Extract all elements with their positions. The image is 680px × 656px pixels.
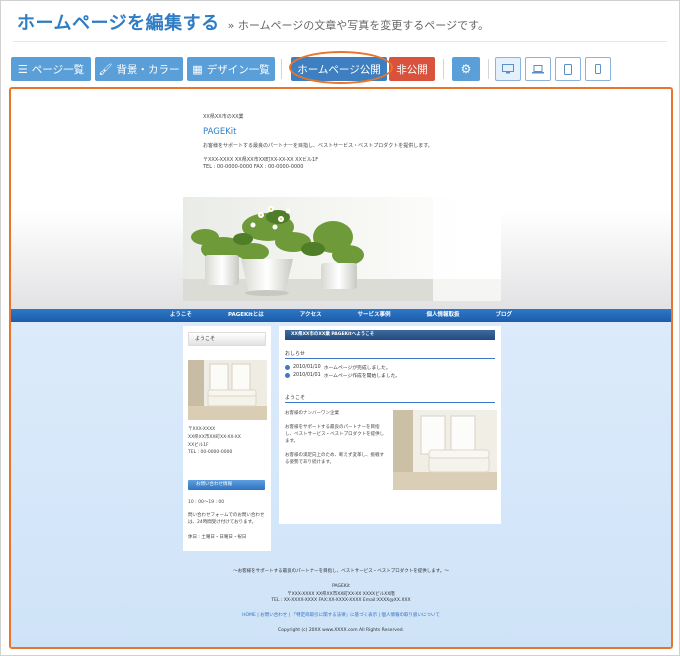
bullet-icon — [285, 373, 290, 378]
toolbar-separator — [281, 59, 282, 79]
site-description: お客様をサポートする最良のパートナーを目指し、ベストサービス・ベストプロダクトを… — [203, 143, 433, 149]
welcome-subtitle: お客様のナンバーワン企業 — [285, 411, 339, 416]
welcome-text-2: し、ベストサービス・ベストプロダクトを提供し — [285, 432, 385, 437]
sidebar-contact-note-1: 問い合わせフォームでのお問い合わせ — [188, 513, 265, 518]
news-rule — [285, 358, 495, 359]
sidebar-room-image — [188, 360, 267, 420]
main-header: XX県XX市のXX業 PAGEKitへようこそ — [285, 330, 495, 340]
background-color-label: 背景・カラー — [116, 63, 180, 76]
list-icon: ☰ — [17, 62, 28, 76]
grid-icon: ▦ — [192, 62, 203, 76]
news-item: 2010/01/01 ホームページ作成を開始しました。 — [285, 372, 400, 379]
design-list-button[interactable]: ▦ デザイン一覧 — [187, 57, 275, 81]
tablet-view-button[interactable] — [555, 57, 581, 81]
site-preview[interactable]: XX県XX市のXX業 PAGEKit お客様をサポートする最良のパートナーを目指… — [9, 87, 673, 649]
news-text: ホームページ作成を開始しました。 — [323, 374, 401, 379]
hero-image — [183, 197, 501, 301]
welcome-text-5: る姿勢であり続けます。 — [285, 460, 335, 465]
page-frame: ホームページを編集する » ホームページの文章や写真を変更するページです。 ☰ … — [0, 0, 680, 656]
preview-body: ようこそ 〒XXX-XXXX XX県XX市XX町XX-XX-XX XXビル1F — [11, 322, 671, 647]
brush-icon: 🖌 — [98, 62, 113, 76]
site-nav: ようこそ PAGEKitとは アクセス サービス事例 個人情報取扱 ブログ — [11, 309, 671, 322]
nav-item-welcome[interactable]: ようこそ — [170, 309, 192, 322]
news-date: 2010/01/01 — [293, 373, 321, 378]
main-room-image — [393, 410, 497, 490]
news-title: おしらせ — [285, 351, 305, 357]
sidebar: ようこそ 〒XXX-XXXX XX県XX市XX町XX-XX-XX XXビル1F — [183, 326, 271, 551]
footer-tagline: 〜お客様をサポートする最良のパートナーを目指し、ベストサービス・ベストプロダクト… — [233, 569, 449, 574]
footer-name: PAGEKit — [332, 584, 350, 589]
header-divider — [13, 41, 667, 42]
gear-icon: ⚙ — [460, 62, 472, 76]
nav-item-privacy[interactable]: 個人情報取扱 — [427, 309, 460, 322]
welcome-rule — [285, 402, 495, 403]
contact-info-button[interactable]: お問い合わせ情報 — [188, 480, 265, 490]
welcome-text-3: ます。 — [285, 439, 299, 444]
sidebar-hours: 10 : 00〜19 : 00 — [188, 500, 225, 505]
unpublish-button[interactable]: 非公開 — [389, 57, 435, 81]
laptop-view-button[interactable] — [525, 57, 551, 81]
background-color-button[interactable]: 🖌 背景・カラー — [95, 57, 183, 81]
bullet-icon — [285, 365, 290, 370]
settings-button[interactable]: ⚙ — [452, 57, 480, 81]
sidebar-address-1: 〒XXX-XXXX — [188, 427, 216, 432]
page-list-label: ページ一覧 — [31, 63, 85, 76]
desktop-icon — [502, 64, 514, 74]
design-list-label: デザイン一覧 — [206, 63, 270, 76]
welcome-title: ようこそ — [285, 395, 306, 401]
sidebar-address-2: XX県XX市XX町XX-XX-XX — [188, 435, 241, 440]
toolbar-separator — [488, 59, 489, 79]
unpublish-label: 非公開 — [396, 63, 428, 76]
sidebar-heading: ようこそ — [188, 332, 266, 346]
nav-item-services[interactable]: サービス事例 — [358, 309, 391, 322]
preview-header-area: XX県XX市のXX業 PAGEKit お客様をサポートする最良のパートナーを目指… — [11, 89, 671, 309]
tablet-icon — [564, 63, 572, 75]
page-list-button[interactable]: ☰ ページ一覧 — [11, 57, 91, 81]
publish-label: ホームページ公開 — [297, 63, 381, 76]
site-name: PAGEKit — [203, 127, 237, 137]
welcome-text-4: お客様の満足向上のため、断えず変革し、挑戦す — [285, 453, 384, 458]
news-item: 2010/01/10 ホームページが完成しました。 — [285, 364, 391, 371]
mobile-icon — [595, 64, 601, 74]
nav-item-about[interactable]: PAGEKitとは — [228, 309, 264, 322]
toolbar-separator — [443, 59, 444, 79]
footer-address: 〒XXX-XXXX XX県XX市XX町XX-XX XXXXビルXX階 — [287, 592, 395, 597]
news-text: ホームページが完成しました。 — [323, 366, 391, 371]
sidebar-tel: TEL : 00-0000-0000 — [188, 450, 233, 455]
nav-item-access[interactable]: アクセス — [300, 309, 322, 322]
sidebar-holiday: 休日 : 土曜日・日曜日・祝日 — [188, 535, 247, 540]
footer-copyright: Copyright (c) 20XX www.XXXX.com All Righ… — [277, 628, 405, 633]
site-tagline: XX県XX市のXX業 — [203, 114, 244, 120]
page-title: ホームページを編集する — [17, 13, 220, 34]
page-subtitle: » ホームページの文章や写真を変更するページです。 — [227, 19, 489, 32]
toolbar: ☰ ページ一覧 🖌 背景・カラー ▦ デザイン一覧 ホームページ公開 非公開 ⚙ — [11, 51, 671, 84]
footer-contact: TEL : XX-XXXX-XXXX FAX:XX-XXXX-XXXX Emai… — [271, 598, 411, 603]
sidebar-contact-note-2: は、24時間受け付けております。 — [188, 520, 257, 525]
publish-button[interactable]: ホームページ公開 — [291, 57, 387, 81]
nav-item-blog[interactable]: ブログ — [496, 309, 513, 322]
site-address: 〒XXX-XXXX XX県XX市XX町XX-XX-XX XXビル1F — [203, 157, 319, 163]
main-content: XX県XX市のXX業 PAGEKitへようこそ おしらせ 2010/01/10 … — [279, 326, 501, 524]
page-header: ホームページを編集する » ホームページの文章や写真を変更するページです。 — [17, 9, 489, 34]
footer-links[interactable]: HOME | お問い合わせ | 「特定商取引に関する法律」に基づく表示 | 個人… — [11, 612, 671, 618]
laptop-icon — [532, 64, 544, 73]
mobile-view-button[interactable] — [585, 57, 611, 81]
welcome-text-1: お客様をサポートする最良のパートナーを目指 — [285, 425, 380, 430]
site-tel-fax: TEL : 00-0000-0000 FAX : 00-0000-0000 — [203, 164, 304, 170]
sidebar-address-3: XXビル1F — [188, 443, 209, 448]
desktop-view-button[interactable] — [495, 57, 521, 81]
news-date: 2010/01/10 — [293, 365, 321, 370]
